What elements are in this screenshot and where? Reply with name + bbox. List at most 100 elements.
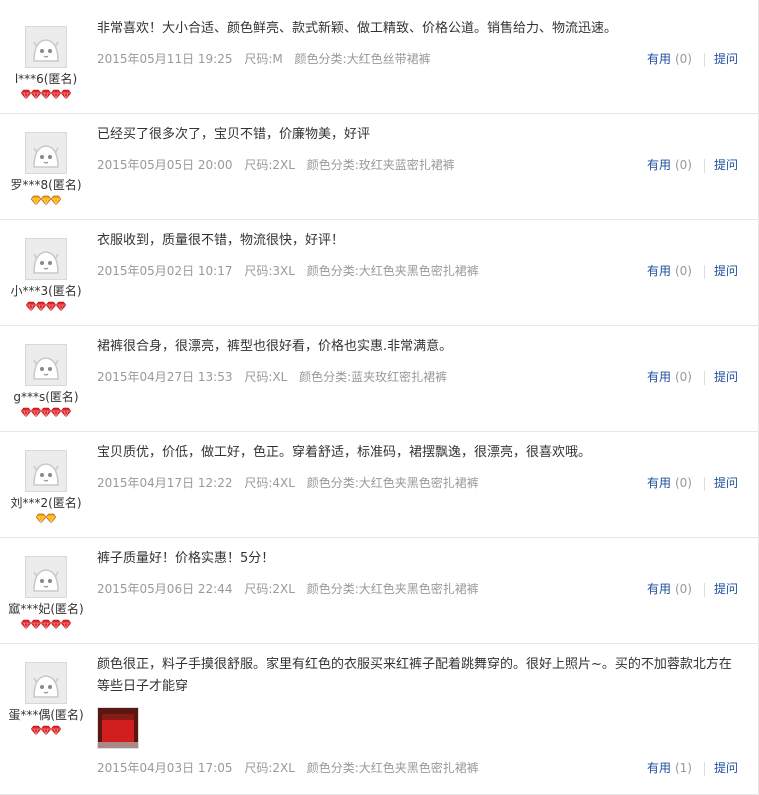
ask-button[interactable]: 提问	[714, 370, 738, 384]
reviewer-name[interactable]: 小***3(匿名)	[0, 282, 92, 299]
review-date: 2015年05月11日 19:25	[97, 52, 233, 66]
useful-button[interactable]: 有用	[647, 264, 671, 278]
useful-count: (0)	[674, 582, 692, 596]
rank-gem-icon	[60, 407, 72, 418]
avatar[interactable]	[25, 450, 67, 492]
review-meta: 2015年04月27日 13:53 尺码:XL 颜色分类:蓝夹玫红密扎裙裤	[97, 368, 740, 385]
review-size: 尺码:XL	[244, 370, 288, 384]
default-avatar-icon	[26, 451, 66, 491]
useful-count: (0)	[674, 476, 692, 490]
action-divider	[703, 52, 705, 67]
review-actions: 有用 (0) 提问	[647, 156, 738, 173]
useful-button[interactable]: 有用	[647, 476, 671, 490]
reviewer-name[interactable]: 蛋***偶(匿名)	[0, 706, 92, 723]
review-actions: 有用 (0) 提问	[647, 262, 738, 279]
default-avatar-icon	[26, 345, 66, 385]
buyer-rank-icons	[0, 195, 92, 207]
useful-button[interactable]: 有用	[647, 761, 671, 775]
action-divider	[703, 476, 705, 491]
action-divider	[703, 761, 705, 776]
avatar[interactable]	[25, 662, 67, 704]
review-size: 尺码:3XL	[244, 264, 295, 278]
reviewer-name[interactable]: l***6(匿名)	[0, 70, 92, 87]
rank-gem-icon	[55, 301, 67, 312]
review-size: 尺码:4XL	[244, 476, 295, 490]
review-content: 裤子质量好！价格实惠！5分！	[97, 551, 275, 566]
review-item: 小***3(匿名) 衣服收到，质量很不错，物流很快，好评！ 2015年05月02…	[0, 220, 759, 326]
action-divider	[703, 264, 705, 279]
review-color: 颜色分类:大红色夹黑色密扎裙裤	[306, 264, 479, 278]
default-avatar-icon	[26, 557, 66, 597]
review-actions: 有用 (0) 提问	[647, 580, 738, 597]
avatar[interactable]	[25, 344, 67, 386]
review-date: 2015年05月05日 20:00	[97, 158, 233, 172]
useful-button[interactable]: 有用	[647, 52, 671, 66]
reviewer-name[interactable]: g***s(匿名)	[0, 388, 92, 405]
default-avatar-icon	[26, 663, 66, 703]
review-date: 2015年04月17日 12:22	[97, 476, 233, 490]
review-body: 宝贝质优，价低，做工好，色正。穿着舒适，标准码，裙摆飘逸，很漂亮，很喜欢哦。 2…	[97, 432, 740, 491]
reviewer-info: 寙***妃(匿名)	[0, 538, 92, 631]
review-meta: 2015年05月06日 22:44 尺码:2XL 颜色分类:大红色夹黑色密扎裙裤	[97, 580, 740, 597]
review-actions: 有用 (0) 提问	[647, 50, 738, 67]
avatar[interactable]	[25, 132, 67, 174]
review-color: 颜色分类:大红色丝带裙裤	[294, 52, 431, 66]
review-content: 宝贝质优，价低，做工好，色正。穿着舒适，标准码，裙摆飘逸，很漂亮，很喜欢哦。	[97, 445, 592, 460]
reviewer-info: l***6(匿名)	[0, 8, 92, 101]
useful-button[interactable]: 有用	[647, 158, 671, 172]
review-meta: 2015年05月02日 10:17 尺码:3XL 颜色分类:大红色夹黑色密扎裙裤	[97, 262, 740, 279]
review-item: 刘***2(匿名) 宝贝质优，价低，做工好，色正。穿着舒适，标准码，裙摆飘逸，很…	[0, 432, 759, 538]
ask-button[interactable]: 提问	[714, 761, 738, 775]
review-color: 颜色分类:大红色夹黑色密扎裙裤	[306, 582, 479, 596]
reviewer-name[interactable]: 寙***妃(匿名)	[0, 600, 92, 617]
review-date: 2015年04月27日 13:53	[97, 370, 233, 384]
review-color: 颜色分类:玫红夹蓝密扎裙裤	[306, 158, 455, 172]
reviewer-info: 罗***8(匿名)	[0, 114, 92, 207]
review-content: 衣服收到，质量很不错，物流很快，好评！	[97, 233, 345, 248]
avatar[interactable]	[25, 556, 67, 598]
review-item: g***s(匿名) 裙裤很合身，很漂亮，裤型也很好看，价格也实惠.非常满意。 2…	[0, 326, 759, 432]
avatar[interactable]	[25, 238, 67, 280]
default-avatar-icon	[26, 27, 66, 67]
review-date: 2015年05月06日 22:44	[97, 582, 233, 596]
action-divider	[703, 158, 705, 173]
review-photo-thumbnail[interactable]	[97, 707, 139, 749]
review-item: 罗***8(匿名) 已经买了很多次了，宝贝不错，价廉物美，好评 2015年05月…	[0, 114, 759, 220]
review-body: 衣服收到，质量很不错，物流很快，好评！ 2015年05月02日 10:17 尺码…	[97, 220, 740, 279]
buyer-rank-icons	[0, 725, 92, 737]
action-divider	[703, 582, 705, 597]
reviewer-name[interactable]: 刘***2(匿名)	[0, 494, 92, 511]
review-color: 颜色分类:蓝夹玫红密扎裙裤	[299, 370, 448, 384]
review-color: 颜色分类:大红色夹黑色密扎裙裤	[306, 476, 479, 490]
ask-button[interactable]: 提问	[714, 264, 738, 278]
useful-button[interactable]: 有用	[647, 582, 671, 596]
reviewer-name[interactable]: 罗***8(匿名)	[0, 176, 92, 193]
review-item: 寙***妃(匿名) 裤子质量好！价格实惠！5分！ 2015年05月06日 22:…	[0, 538, 759, 644]
rank-gem-icon	[60, 619, 72, 630]
avatar[interactable]	[25, 26, 67, 68]
review-body: 颜色很正，料子手摸很舒服。家里有红色的衣服买来红裤子配着跳舞穿的。很好上照片~。…	[97, 644, 740, 776]
buyer-rank-icons	[0, 89, 92, 101]
useful-count: (0)	[674, 158, 692, 172]
ask-button[interactable]: 提问	[714, 582, 738, 596]
rank-gem-icon	[50, 725, 62, 736]
useful-count: (1)	[674, 761, 692, 775]
review-item: l***6(匿名) 非常喜欢！大小合适、颜色鲜亮、款式新颖、做工精致、价格公道。…	[0, 8, 759, 114]
reviewer-info: 小***3(匿名)	[0, 220, 92, 313]
useful-button[interactable]: 有用	[647, 370, 671, 384]
review-size: 尺码:2XL	[244, 761, 295, 775]
useful-count: (0)	[674, 264, 692, 278]
review-actions: 有用 (0) 提问	[647, 368, 738, 385]
review-size: 尺码:M	[244, 52, 283, 66]
reviewer-info: g***s(匿名)	[0, 326, 92, 419]
buyer-rank-icons	[0, 407, 92, 419]
ask-button[interactable]: 提问	[714, 476, 738, 490]
review-meta: 2015年04月03日 17:05 尺码:2XL 颜色分类:大红色夹黑色密扎裙裤	[97, 759, 740, 776]
review-meta: 2015年04月17日 12:22 尺码:4XL 颜色分类:大红色夹黑色密扎裙裤	[97, 474, 740, 491]
ask-button[interactable]: 提问	[714, 158, 738, 172]
rank-gem-icon	[60, 89, 72, 100]
top-border	[0, 0, 759, 8]
ask-button[interactable]: 提问	[714, 52, 738, 66]
review-content: 颜色很正，料子手摸很舒服。家里有红色的衣服买来红裤子配着跳舞穿的。很好上照片~。…	[97, 657, 732, 694]
review-meta: 2015年05月11日 19:25 尺码:M 颜色分类:大红色丝带裙裤	[97, 50, 740, 67]
